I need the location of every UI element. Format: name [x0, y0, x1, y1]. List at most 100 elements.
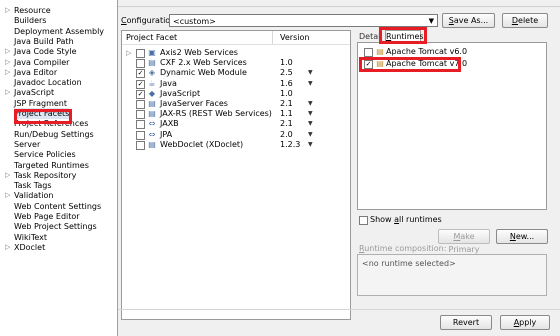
nav-item-label: Web Content Settings — [14, 201, 102, 211]
facet-name: Dynamic Web Module — [160, 68, 247, 78]
facet-checkbox[interactable] — [136, 49, 145, 58]
nav-item-label: WikiText — [14, 232, 47, 242]
chevron-down-icon[interactable]: ▼ — [308, 68, 313, 78]
facet-name: JAXB — [160, 119, 179, 129]
facet-checkbox[interactable] — [136, 130, 145, 140]
make-primary-button[interactable]: Make Primary — [438, 229, 490, 254]
expand-icon[interactable]: ▷ — [5, 242, 10, 253]
nav-item-label: Resource — [14, 6, 51, 15]
facet-checkbox[interactable] — [136, 140, 145, 150]
chevron-down-icon[interactable]: ▼ — [308, 109, 313, 119]
chevron-down-icon[interactable]: ▼ — [308, 130, 313, 140]
table-row[interactable]: ✓ ◈ Dynamic Web Module 2.5 ▼ — [122, 68, 350, 79]
nav-item-label: Project References — [14, 119, 89, 129]
doc-icon: ▤ — [148, 99, 156, 108]
facet-version[interactable]: 1.1 — [280, 109, 293, 119]
facet-version[interactable]: 1.6 — [280, 79, 293, 89]
expand-icon[interactable]: ▷ — [5, 5, 10, 16]
table-row[interactable]: ✓ ◆ JavaScript 1.0 — [122, 89, 350, 99]
page-title-strip — [118, 0, 560, 7]
new-runtime-button[interactable]: New... — [496, 229, 548, 244]
javascript-icon: ◆ — [148, 88, 156, 98]
nav-item-label: Task Tags — [14, 181, 52, 191]
facet-version[interactable]: 1.0 — [280, 89, 293, 99]
folder-icon: ▣ — [148, 48, 156, 57]
apply-button[interactable]: Apply — [500, 315, 550, 330]
facet-version[interactable]: 2.5 — [280, 68, 293, 78]
nav-item-label: Targeted Runtimes — [14, 160, 89, 170]
runtimes-list[interactable]: ▤ Apache Tomcat v6.0 ✓ ▤ Apache Tomcat v7.0 — [357, 42, 547, 210]
nav-item-label: XDoclet — [14, 242, 46, 252]
facet-checkbox[interactable]: ✓ — [136, 69, 145, 79]
chevron-down-icon: ▼ — [428, 17, 434, 25]
table-row[interactable]: ✓ ☕ Java 1.6 ▼ — [122, 79, 350, 89]
tab-runtimes[interactable]: Runtimes — [385, 30, 424, 42]
facet-version[interactable]: 2.0 — [280, 130, 293, 140]
chevron-down-icon[interactable]: ▼ — [308, 119, 313, 129]
table-row[interactable]: ⇔ JAXB 2.1 ▼ — [122, 119, 350, 130]
jaxb-icon: ⇔ — [148, 119, 156, 129]
jpa-icon: ⇔ — [148, 129, 156, 139]
tab-details[interactable]: Detai — [359, 32, 380, 42]
expand-icon[interactable]: ▷ — [5, 67, 10, 78]
column-header-facet[interactable]: Project Facet — [126, 32, 177, 44]
save-as-button[interactable]: Save As... — [442, 13, 495, 28]
chevron-down-icon[interactable]: ▼ — [308, 140, 313, 150]
nav-item-label: Validation — [14, 191, 54, 201]
nav-item-label: Java Compiler — [14, 57, 70, 67]
runtime-checkbox[interactable] — [364, 48, 373, 57]
runtime-composition-box: <no runtime selected> — [357, 254, 547, 296]
chevron-down-icon[interactable]: ▼ — [308, 99, 313, 109]
nav-item-label: Task Repository — [14, 170, 77, 180]
configuration-combo[interactable]: <custom> ▼ — [169, 14, 438, 27]
table-row[interactable]: ▤ JAX-RS (REST Web Services) 1.1 ▼ — [122, 109, 350, 120]
server-icon: ▤ — [376, 59, 384, 68]
nav-item-label: Java Editor — [14, 67, 58, 77]
delete-button[interactable]: Delete — [502, 13, 548, 28]
table-row[interactable]: ▷ ▣ Axis2 Web Services — [122, 48, 350, 58]
facet-name: Axis2 Web Services — [160, 48, 238, 57]
expand-icon[interactable]: ▷ — [5, 170, 10, 181]
project-facets-table[interactable]: Project Facet Version ▷ ▣ Axis2 Web Servic… — [121, 30, 351, 320]
expand-icon[interactable]: ▷ — [5, 190, 10, 201]
nav-item-label: Deployment Assembly — [14, 26, 105, 36]
facet-checkbox[interactable]: ✓ — [136, 79, 145, 89]
table-row[interactable]: ▤ JavaServer Faces 2.1 ▼ — [122, 99, 350, 109]
expand-icon[interactable]: ▷ — [5, 87, 10, 98]
expand-icon[interactable]: ▷ — [126, 48, 131, 58]
table-row[interactable]: ▤ WebDoclet (XDoclet) 1.2.3 ▼ — [122, 140, 350, 150]
facet-version[interactable]: 1.2.3 — [280, 140, 300, 150]
nav-item-label: Builders — [14, 16, 47, 26]
facet-name: JavaScript — [160, 88, 201, 98]
nav-item-label: Web Page Editor — [14, 212, 80, 221]
facet-checkbox[interactable] — [136, 110, 145, 120]
facet-version[interactable]: 1.0 — [280, 58, 293, 68]
runtime-checkbox[interactable]: ✓ — [364, 60, 373, 69]
facet-version[interactable]: 2.1 — [280, 119, 293, 129]
runtime-composition-value: <no runtime selected> — [362, 259, 456, 268]
runtime-composition-label: Runtime composition: — [359, 244, 447, 253]
checkbox[interactable] — [359, 216, 368, 225]
facet-checkbox[interactable]: ✓ — [136, 89, 145, 99]
chevron-down-icon[interactable]: ▼ — [308, 79, 313, 89]
nav-item-label: Server — [14, 139, 41, 149]
doc-icon: ▤ — [148, 139, 156, 149]
properties-nav-tree: ▷ Resource Builders Deployment Assembly Java… — [0, 0, 118, 336]
table-row[interactable]: ⇔ JPA 2.0 ▼ — [122, 130, 350, 140]
nav-item[interactable]: ▷ XDoclet — [5, 242, 46, 253]
doc-icon: ▤ — [148, 58, 156, 68]
facet-checkbox[interactable] — [136, 59, 145, 69]
facet-checkbox[interactable] — [136, 120, 145, 130]
revert-button[interactable]: Revert — [440, 315, 492, 330]
nav-item-label: Java Code Style — [14, 47, 77, 57]
table-row[interactable]: ▤ CXF 2.x Web Services 1.0 — [122, 58, 350, 69]
facet-name: JPA — [160, 129, 173, 139]
java-icon: ☕ — [148, 78, 156, 88]
facet-detail-tabs: Detai Runtimes — [357, 30, 547, 42]
column-header-version[interactable]: Version — [280, 32, 309, 44]
facet-checkbox[interactable] — [136, 100, 145, 109]
facet-version[interactable]: 2.1 — [280, 99, 293, 109]
show-all-runtimes-label: Show all runtimes — [370, 215, 442, 224]
nav-item-label: Web Project Settings — [14, 222, 97, 232]
footer-divider — [118, 309, 560, 310]
